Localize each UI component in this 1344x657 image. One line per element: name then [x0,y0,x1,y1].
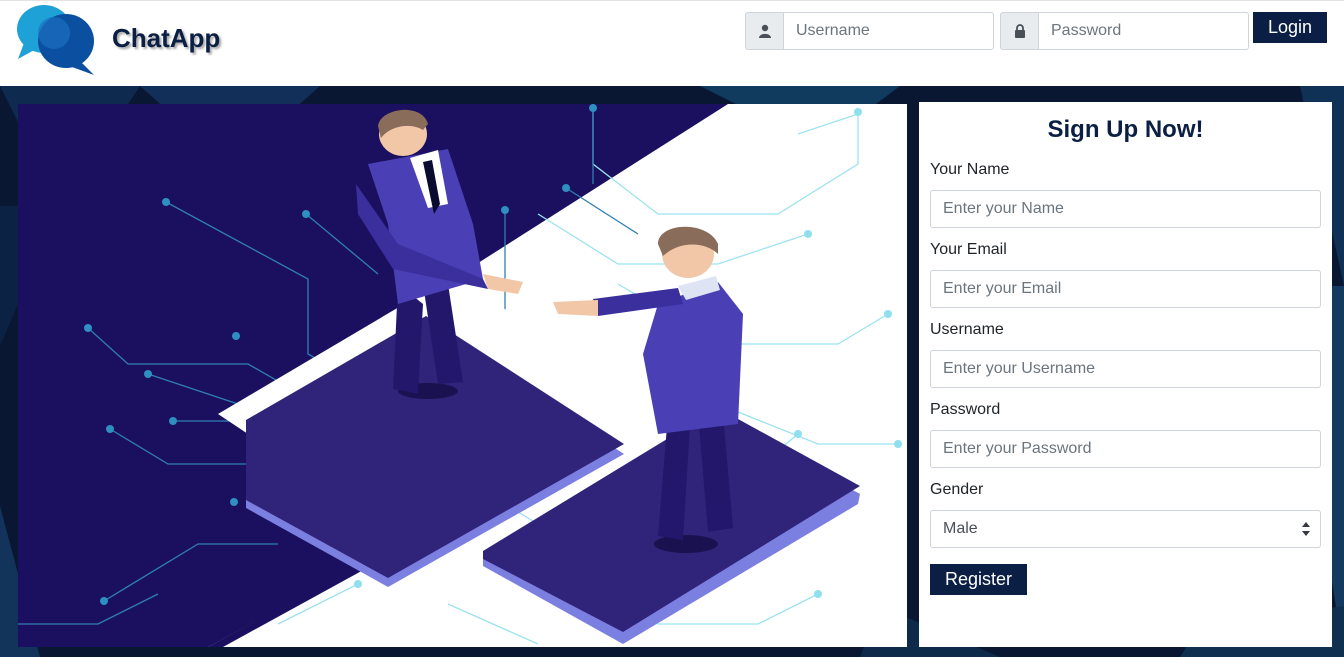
name-label: Your Name [930,161,1010,178]
handshake-illustration [18,104,907,647]
signup-title: Sign Up Now! [1047,116,1204,143]
email-label: Your Email [930,241,1007,258]
business-handshake-image [18,104,902,647]
signup-card: Sign Up Now! Your Name Your Email Userna… [919,102,1332,647]
login-username-group [745,12,994,50]
login-password-group [1000,12,1249,50]
login-username-input[interactable] [783,12,994,50]
register-button[interactable]: Register [930,564,1027,595]
chat-bubbles-logo[interactable] [14,3,98,77]
gender-selected-value: Male [943,520,978,537]
user-icon [745,12,783,50]
lock-icon [1000,12,1038,50]
sort-arrows-icon [1302,522,1310,536]
login-password-input[interactable] [1038,12,1249,50]
password-input[interactable] [930,430,1321,468]
hero-section: Sign Up Now! Your Name Your Email Userna… [0,86,1344,657]
username-label: Username [930,321,1004,338]
login-button[interactable]: Login [1253,12,1327,43]
top-navbar: ChatApp Login [0,0,1344,86]
gender-select[interactable]: Male [930,510,1321,548]
username-input[interactable] [930,350,1321,388]
brand-name[interactable]: ChatApp [112,23,220,54]
gender-label: Gender [930,481,984,498]
password-label: Password [930,401,1001,418]
name-input[interactable] [930,190,1321,228]
email-input[interactable] [930,270,1321,308]
